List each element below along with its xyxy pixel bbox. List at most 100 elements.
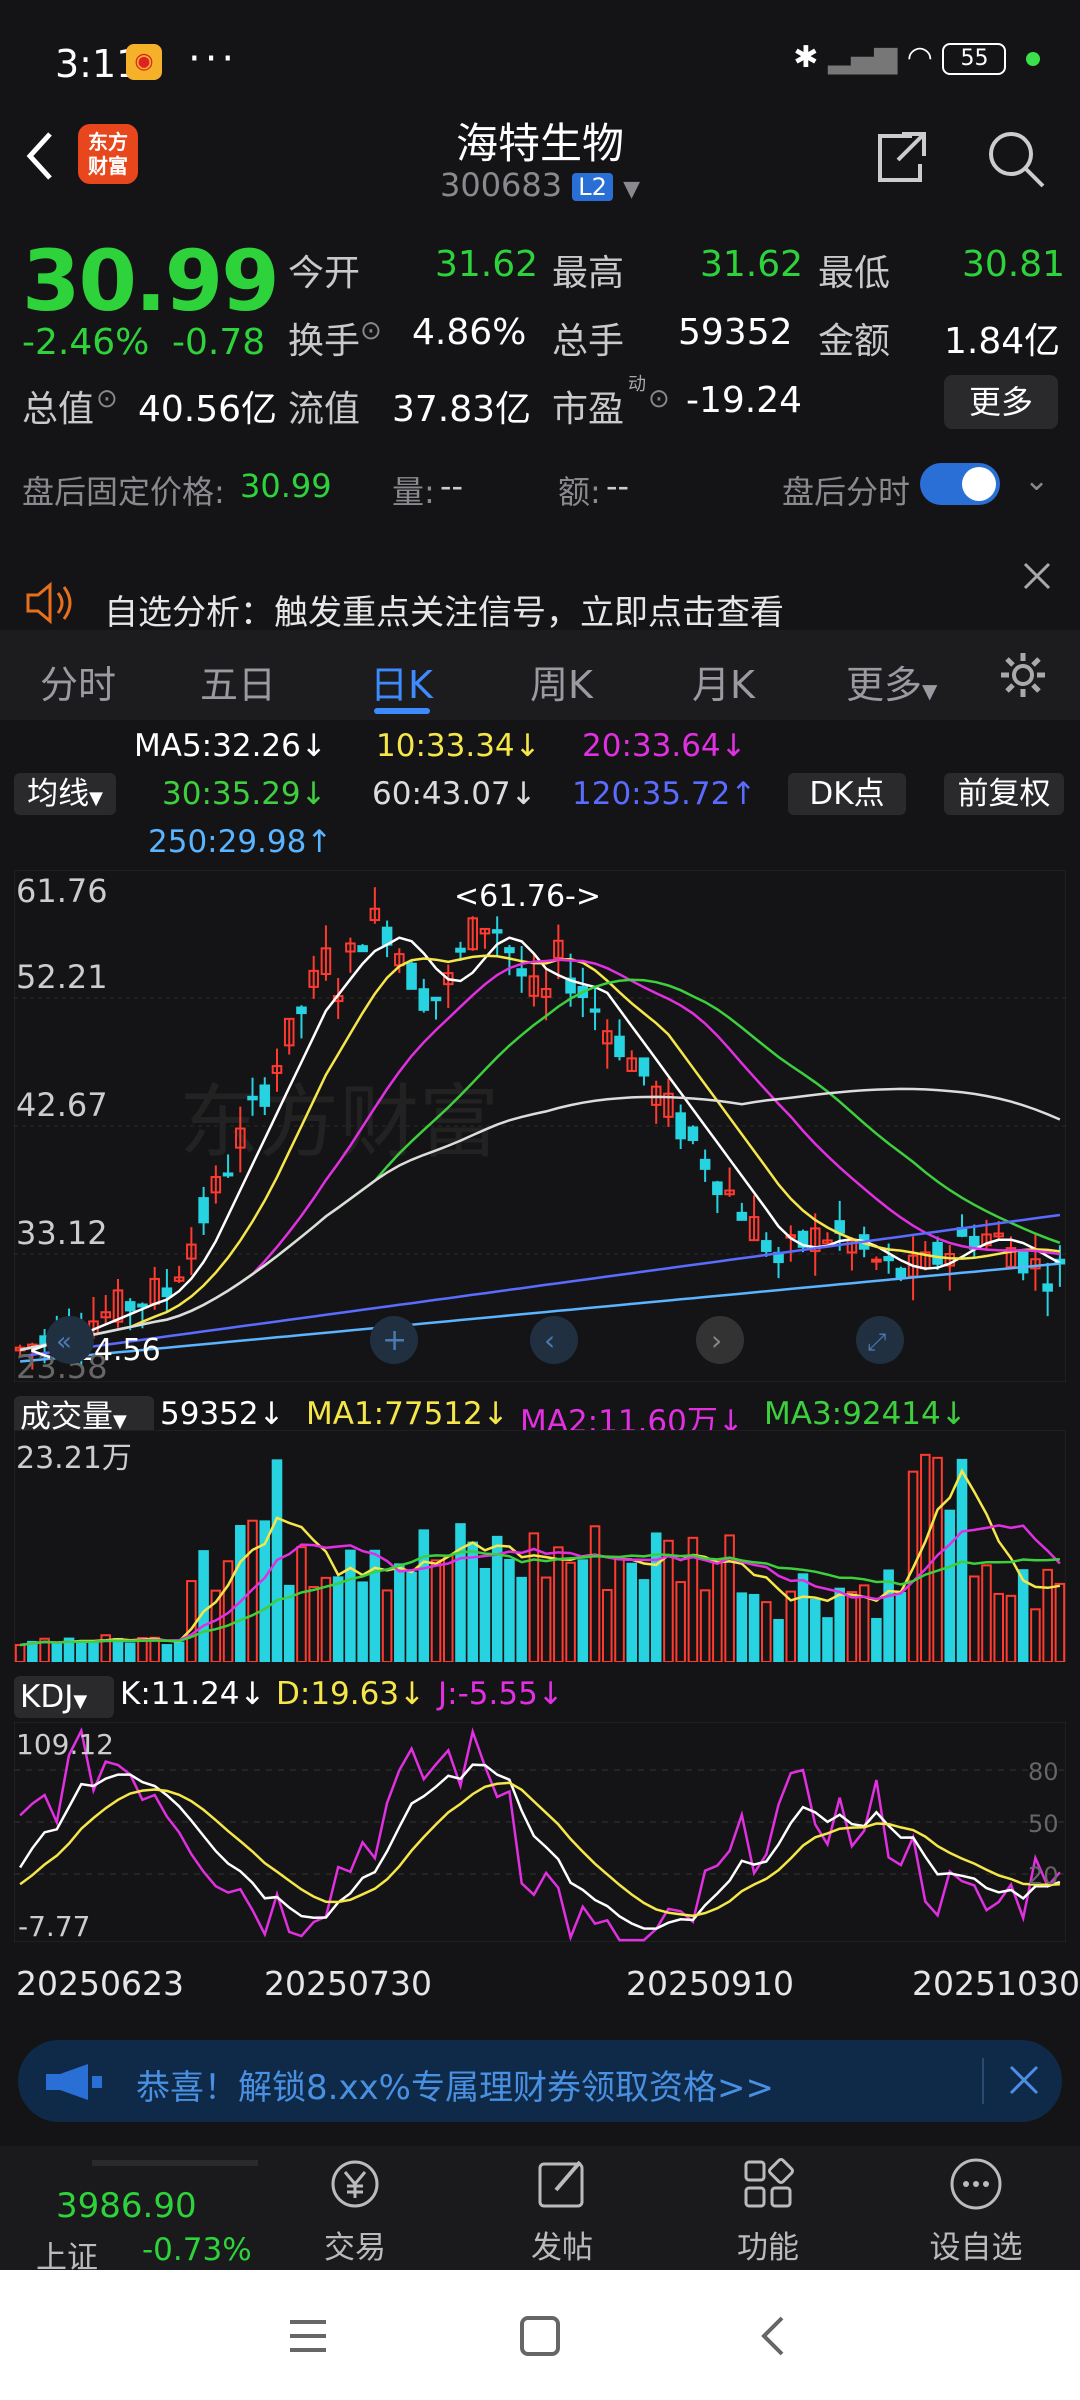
promo-text: 恭喜！解锁8.xx%专属理财券领取资格>> bbox=[136, 2068, 774, 2108]
tab-five-day[interactable]: 五日 bbox=[200, 654, 276, 709]
share-icon[interactable] bbox=[872, 128, 930, 186]
after-hours-toggle[interactable] bbox=[920, 463, 1000, 505]
ma10-value: 10:33.34↓ bbox=[376, 728, 541, 764]
chevron-down-icon[interactable]: ⌄ bbox=[1024, 463, 1049, 498]
candle bbox=[491, 929, 503, 934]
volume-bar bbox=[479, 1567, 491, 1662]
tab-intraday[interactable]: 分时 bbox=[40, 654, 116, 709]
low-value: 30.81 bbox=[962, 244, 1066, 285]
candle bbox=[1017, 1251, 1029, 1274]
after-hours-row: 盘后固定价格: 30.99 量: -- 额: -- 盘后分时 ⌄ bbox=[0, 455, 1080, 525]
candle bbox=[871, 1258, 882, 1263]
volume-bar bbox=[173, 1641, 185, 1662]
kdj-max-tick: 109.12 bbox=[16, 1728, 114, 1761]
edit-icon bbox=[538, 2160, 584, 2208]
system-nav-bar bbox=[0, 2270, 1080, 2400]
candle bbox=[222, 1172, 234, 1177]
volume-bar bbox=[235, 1524, 246, 1662]
yen-icon bbox=[331, 2160, 379, 2208]
open-label: 今开 bbox=[288, 253, 361, 294]
index-value[interactable]: 3986.90 bbox=[56, 2186, 197, 2226]
chevron-down-icon: ▼ bbox=[922, 679, 938, 703]
double-chevron-left-icon: « bbox=[56, 1327, 72, 1357]
nav-post[interactable]: 发帖 bbox=[462, 2154, 662, 2267]
float-cap-value: 37.83亿 bbox=[392, 389, 532, 430]
amount-label: 金额 bbox=[818, 321, 891, 362]
pe-dynamic-mark: 动 bbox=[628, 374, 646, 395]
chart-watermark: 东方财富 bbox=[179, 1076, 499, 1169]
date-axis: 20250623 20250730 20250910 20251030 bbox=[0, 1960, 1080, 2010]
candle bbox=[712, 1181, 723, 1196]
index-handle bbox=[92, 2160, 258, 2166]
kdj-chart[interactable]: 109.12 -7.77 80 50 20 bbox=[14, 1722, 1066, 1942]
ma-select[interactable]: 均线▼ bbox=[14, 773, 116, 815]
candlestick-chart[interactable]: 东方财富 61.76 52.21 42.67 33.12 23.58 <61.7… bbox=[14, 870, 1066, 1382]
kdj-indicator-select[interactable]: KDJ▼ bbox=[14, 1676, 114, 1718]
turnover-label: 换手 bbox=[288, 321, 361, 362]
tab-daily-k[interactable]: 日K bbox=[370, 654, 433, 709]
volume-bar bbox=[332, 1576, 344, 1662]
search-icon[interactable] bbox=[985, 128, 1047, 190]
more-circle-icon bbox=[950, 2158, 1002, 2210]
date-tick: 20250623 bbox=[16, 1964, 184, 2003]
info-icon[interactable]: ⊙ bbox=[96, 384, 118, 414]
settings-icon[interactable] bbox=[998, 650, 1048, 700]
nav-functions[interactable]: 功能 bbox=[668, 2154, 868, 2267]
info-icon[interactable]: ⊙ bbox=[360, 316, 382, 346]
volume-bar bbox=[871, 1617, 882, 1662]
after-hours-price: 30.99 bbox=[240, 467, 332, 505]
info-icon[interactable]: ⊙ bbox=[648, 384, 670, 414]
low-label: 最低 bbox=[818, 253, 891, 294]
kdj-k-value: K:11.24↓ bbox=[120, 1676, 266, 1712]
menu-icon[interactable] bbox=[286, 2316, 330, 2356]
more-button[interactable]: 更多 bbox=[944, 375, 1058, 429]
adjust-select[interactable]: 前复权 bbox=[944, 773, 1064, 815]
volume-bar bbox=[88, 1641, 99, 1662]
nav-add-watchlist[interactable]: 设自选 bbox=[876, 2154, 1076, 2267]
dk-point-button[interactable]: DK点 bbox=[788, 773, 906, 815]
market-cap-value: 40.56亿 bbox=[138, 389, 278, 430]
notice-banner[interactable]: 自选分析：触发重点关注信号，立即点击查看 bbox=[0, 545, 1080, 633]
nav-trade-label: 交易 bbox=[324, 2230, 386, 2266]
volume-bar bbox=[51, 1643, 63, 1662]
volume-bar bbox=[394, 1563, 405, 1662]
kdj-min-tick: -7.77 bbox=[18, 1910, 90, 1942]
close-icon[interactable] bbox=[1022, 561, 1052, 591]
candle bbox=[932, 1241, 943, 1265]
candle bbox=[296, 1006, 307, 1015]
date-tick: 20250730 bbox=[264, 1964, 432, 2003]
volume-bar bbox=[357, 1581, 368, 1662]
candle bbox=[137, 1303, 148, 1308]
nav-trade[interactable]: 交易 bbox=[255, 2154, 455, 2267]
tab-weekly-k[interactable]: 周K bbox=[530, 654, 593, 709]
volume-bar bbox=[455, 1523, 466, 1662]
candle bbox=[198, 1197, 209, 1224]
price-tick-3: 42.67 bbox=[16, 1086, 108, 1124]
candle bbox=[247, 1095, 258, 1101]
kdj-20-tick: 20 bbox=[1028, 1862, 1059, 1890]
back-nav-icon[interactable] bbox=[758, 2314, 788, 2358]
tab-monthly-k[interactable]: 月K bbox=[692, 654, 755, 709]
stock-header: 东方财富 海特生物 300683 L2 ▼ bbox=[0, 110, 1080, 220]
ma60-value: 60:43.07↓ bbox=[372, 776, 537, 812]
ma30-value: 30:35.29↓ bbox=[162, 776, 327, 812]
volume-bar bbox=[638, 1579, 650, 1662]
candle bbox=[589, 1008, 601, 1013]
candle bbox=[259, 1084, 271, 1107]
kdj-d-value: D:19.63↓ bbox=[276, 1676, 426, 1712]
home-icon[interactable] bbox=[518, 2314, 562, 2358]
volume-bar bbox=[577, 1559, 589, 1662]
candle bbox=[675, 1112, 686, 1140]
close-icon[interactable] bbox=[1008, 2064, 1040, 2096]
volume-chart[interactable]: 23.21万 bbox=[14, 1430, 1066, 1662]
amount-value: 1.84亿 bbox=[944, 321, 1061, 362]
chart-frame bbox=[14, 870, 1066, 1382]
candle bbox=[1042, 1283, 1053, 1292]
volume-bar bbox=[161, 1644, 173, 1662]
volume-value: 59352↓ bbox=[160, 1396, 285, 1432]
promo-banner[interactable]: 恭喜！解锁8.xx%专属理财券领取资格>> bbox=[18, 2040, 1062, 2122]
volume-bar bbox=[198, 1550, 209, 1662]
candle bbox=[761, 1240, 772, 1252]
tab-more[interactable]: 更多▼ bbox=[846, 654, 937, 709]
candle bbox=[406, 962, 417, 990]
